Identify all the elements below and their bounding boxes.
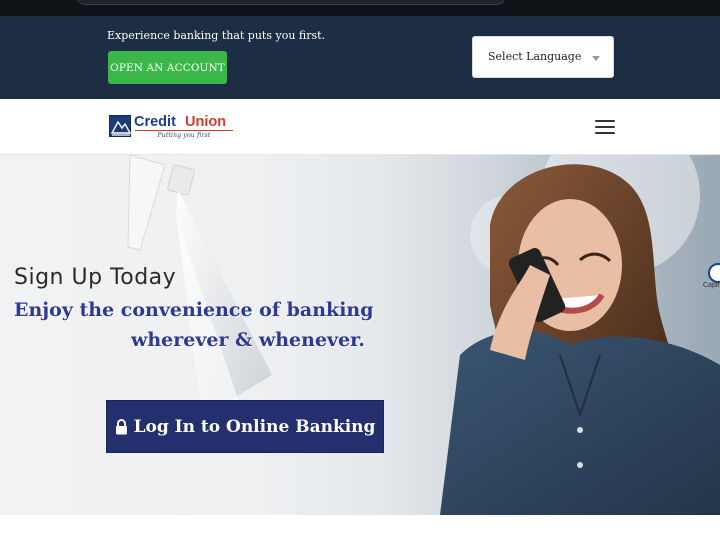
- signup-heading: Sign Up Today: [14, 265, 177, 290]
- language-select-label: Select Language: [488, 50, 582, 63]
- language-select[interactable]: Select Language: [472, 36, 614, 78]
- open-account-button[interactable]: OPEN AN ACCOUNT: [108, 51, 227, 84]
- side-badge-text: Capit: [703, 282, 720, 289]
- logo-slogan: Putting you first: [135, 130, 233, 139]
- tagline-text: Experience banking that puts you first.: [107, 29, 326, 42]
- hero-headline-line1: Enjoy the convenience of banking: [14, 299, 374, 321]
- hamburger-menu-icon[interactable]: [595, 120, 615, 135]
- page-bottom: [0, 515, 720, 546]
- site-header: Credit Union Putting you first: [0, 99, 720, 155]
- online-banking-login-button[interactable]: Log In to Online Banking: [106, 400, 384, 453]
- hero-headline-line2: wherever & whenever.: [131, 329, 366, 351]
- side-badge[interactable]: Capit: [703, 263, 720, 291]
- chevron-down-icon: [592, 56, 600, 61]
- lock-icon: [115, 418, 127, 434]
- desk-lamp-image: [127, 155, 272, 417]
- logo-mark-icon: [109, 115, 132, 137]
- login-button-label: Log In to Online Banking: [133, 416, 376, 437]
- logo-word-union: Union: [185, 114, 227, 130]
- credit-union-logo[interactable]: Credit Union Putting you first: [109, 114, 234, 139]
- logo-word-credit: Credit: [134, 114, 176, 130]
- announcement-bar: Experience banking that puts you first. …: [0, 16, 720, 99]
- side-badge-icon: [708, 263, 720, 283]
- hero-banner: Sign Up Today Enjoy the convenience of b…: [0, 155, 720, 515]
- browser-top-strip: [0, 0, 720, 16]
- woman-on-phone-image: [440, 164, 720, 515]
- top-search-pill: [76, 0, 506, 5]
